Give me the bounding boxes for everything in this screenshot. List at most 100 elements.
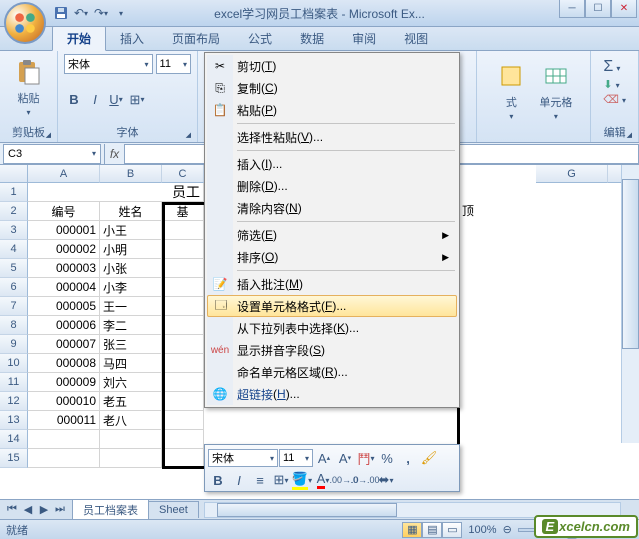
name-box[interactable]: C3▾ bbox=[3, 144, 101, 164]
row-header[interactable]: 3 bbox=[0, 221, 28, 240]
cell[interactable] bbox=[162, 297, 204, 316]
cell[interactable] bbox=[162, 278, 204, 297]
mini-comma-icon[interactable]: , bbox=[398, 448, 418, 468]
redo-icon[interactable]: ↷▾ bbox=[92, 4, 110, 22]
fill-button[interactable]: ⬇ ▾ bbox=[603, 78, 626, 91]
cell[interactable] bbox=[28, 430, 100, 449]
menu-sort[interactable]: 排序(O)▶ bbox=[207, 246, 457, 268]
row-header[interactable]: 10 bbox=[0, 354, 28, 373]
row-header[interactable]: 7 bbox=[0, 297, 28, 316]
row-header[interactable]: 15 bbox=[0, 449, 28, 468]
sheet-tab-active[interactable]: 员工档案表 bbox=[72, 499, 149, 520]
sheet-nav-last[interactable]: ⏭ bbox=[52, 503, 68, 516]
clear-button[interactable]: ⌫ ▾ bbox=[603, 93, 626, 106]
row-header[interactable]: 5 bbox=[0, 259, 28, 278]
cell[interactable]: 000007 bbox=[28, 335, 100, 354]
menu-hyperlink[interactable]: 🌐超链接(H)... bbox=[207, 383, 457, 405]
cell[interactable]: 姓名 bbox=[100, 202, 162, 221]
cells-button[interactable]: 单元格▾ bbox=[535, 58, 576, 123]
row-header[interactable]: 14 bbox=[0, 430, 28, 449]
menu-paste[interactable]: 📋粘贴(P) bbox=[207, 99, 457, 121]
cell[interactable]: 编号 bbox=[28, 202, 100, 221]
cell[interactable] bbox=[162, 354, 204, 373]
cell[interactable] bbox=[162, 259, 204, 278]
cell[interactable]: 张三 bbox=[100, 335, 162, 354]
styles-button[interactable]: 式▾ bbox=[491, 58, 531, 123]
menu-clear[interactable]: 清除内容(N) bbox=[207, 197, 457, 219]
menu-cut[interactable]: ✂剪切(T) bbox=[207, 55, 457, 77]
row-header[interactable]: 1 bbox=[0, 183, 28, 202]
menu-insert[interactable]: 插入(I)... bbox=[207, 153, 457, 175]
cell[interactable]: 老五 bbox=[100, 392, 162, 411]
row-header[interactable]: 13 bbox=[0, 411, 28, 430]
tab-data[interactable]: 数据 bbox=[286, 26, 338, 50]
cell[interactable] bbox=[162, 335, 204, 354]
cell[interactable]: 小明 bbox=[100, 240, 162, 259]
cell[interactable]: 小李 bbox=[100, 278, 162, 297]
fx-button[interactable]: fx bbox=[104, 144, 124, 164]
cell[interactable]: 刘六 bbox=[100, 373, 162, 392]
italic-button[interactable]: I bbox=[85, 90, 105, 110]
font-name-selector[interactable]: 宋体▾ bbox=[64, 54, 153, 74]
autosum-button[interactable]: Σ ▾ bbox=[603, 58, 626, 76]
sheet-nav-next[interactable]: ▶ bbox=[36, 503, 52, 516]
view-page-break-icon[interactable]: ▭ bbox=[442, 522, 462, 538]
column-header[interactable]: B bbox=[100, 165, 162, 183]
tab-view[interactable]: 视图 bbox=[390, 26, 442, 50]
sheet-tab-other[interactable]: Sheet bbox=[148, 501, 199, 518]
cell[interactable] bbox=[100, 430, 162, 449]
zoom-level[interactable]: 100% bbox=[468, 524, 496, 536]
close-button[interactable]: ✕ bbox=[611, 0, 637, 18]
mini-font-name[interactable]: 宋体▾ bbox=[208, 449, 278, 467]
row-header[interactable]: 11 bbox=[0, 373, 28, 392]
cell[interactable]: 000003 bbox=[28, 259, 100, 278]
menu-paste-special[interactable]: 选择性粘贴(V)... bbox=[207, 126, 457, 148]
menu-insert-comment[interactable]: 📝插入批注(M) bbox=[207, 273, 457, 295]
undo-icon[interactable]: ↶▾ bbox=[72, 4, 90, 22]
row-header[interactable]: 4 bbox=[0, 240, 28, 259]
cell[interactable] bbox=[162, 392, 204, 411]
title-cell[interactable]: 员工 bbox=[28, 183, 204, 202]
cell[interactable] bbox=[162, 449, 204, 468]
bold-button[interactable]: B bbox=[64, 90, 84, 110]
column-header[interactable]: G bbox=[536, 165, 608, 183]
row-header[interactable]: 12 bbox=[0, 392, 28, 411]
qat-customize-icon[interactable]: ▾ bbox=[112, 4, 130, 22]
mini-font-size[interactable]: 11▾ bbox=[279, 449, 313, 467]
mini-italic-button[interactable]: I bbox=[229, 470, 249, 490]
cell[interactable] bbox=[100, 449, 162, 468]
paste-button[interactable]: 粘贴▾ bbox=[6, 54, 51, 119]
row-header[interactable]: 6 bbox=[0, 278, 28, 297]
cell[interactable]: 000001 bbox=[28, 221, 100, 240]
cell[interactable]: 李二 bbox=[100, 316, 162, 335]
mini-decrease-decimal-icon[interactable]: .0→.00 bbox=[355, 470, 375, 490]
row-header[interactable]: 8 bbox=[0, 316, 28, 335]
menu-copy[interactable]: ⎘复制(C) bbox=[207, 77, 457, 99]
cell[interactable]: 王一 bbox=[100, 297, 162, 316]
menu-delete[interactable]: 删除(D)... bbox=[207, 175, 457, 197]
cell[interactable]: 000010 bbox=[28, 392, 100, 411]
font-size-selector[interactable]: 11▾ bbox=[156, 54, 191, 74]
tab-page-layout[interactable]: 页面布局 bbox=[158, 26, 234, 50]
mini-grow-font-icon[interactable]: A▴ bbox=[314, 448, 334, 468]
tab-home[interactable]: 开始 bbox=[52, 25, 106, 51]
tab-review[interactable]: 审阅 bbox=[338, 26, 390, 50]
menu-filter[interactable]: 筛选(E)▶ bbox=[207, 224, 457, 246]
menu-format-cells[interactable]: 🗔设置单元格格式(F)... bbox=[207, 295, 457, 317]
border-button[interactable]: ⊞▾ bbox=[127, 90, 147, 110]
row-header[interactable]: 2 bbox=[0, 202, 28, 221]
view-page-layout-icon[interactable]: ▤ bbox=[422, 522, 442, 538]
cell[interactable] bbox=[28, 449, 100, 468]
cell[interactable]: 000008 bbox=[28, 354, 100, 373]
office-button[interactable] bbox=[4, 2, 46, 44]
minimize-button[interactable]: ─ bbox=[559, 0, 585, 18]
cell[interactable]: 小张 bbox=[100, 259, 162, 278]
select-all-corner[interactable] bbox=[0, 165, 28, 183]
cell[interactable]: 000006 bbox=[28, 316, 100, 335]
cell[interactable] bbox=[162, 411, 204, 430]
cell[interactable]: 顶 bbox=[462, 202, 474, 219]
column-header[interactable]: A bbox=[28, 165, 100, 183]
cell[interactable]: 小王 bbox=[100, 221, 162, 240]
sheet-nav-prev[interactable]: ◀ bbox=[20, 503, 36, 516]
cell[interactable] bbox=[162, 240, 204, 259]
